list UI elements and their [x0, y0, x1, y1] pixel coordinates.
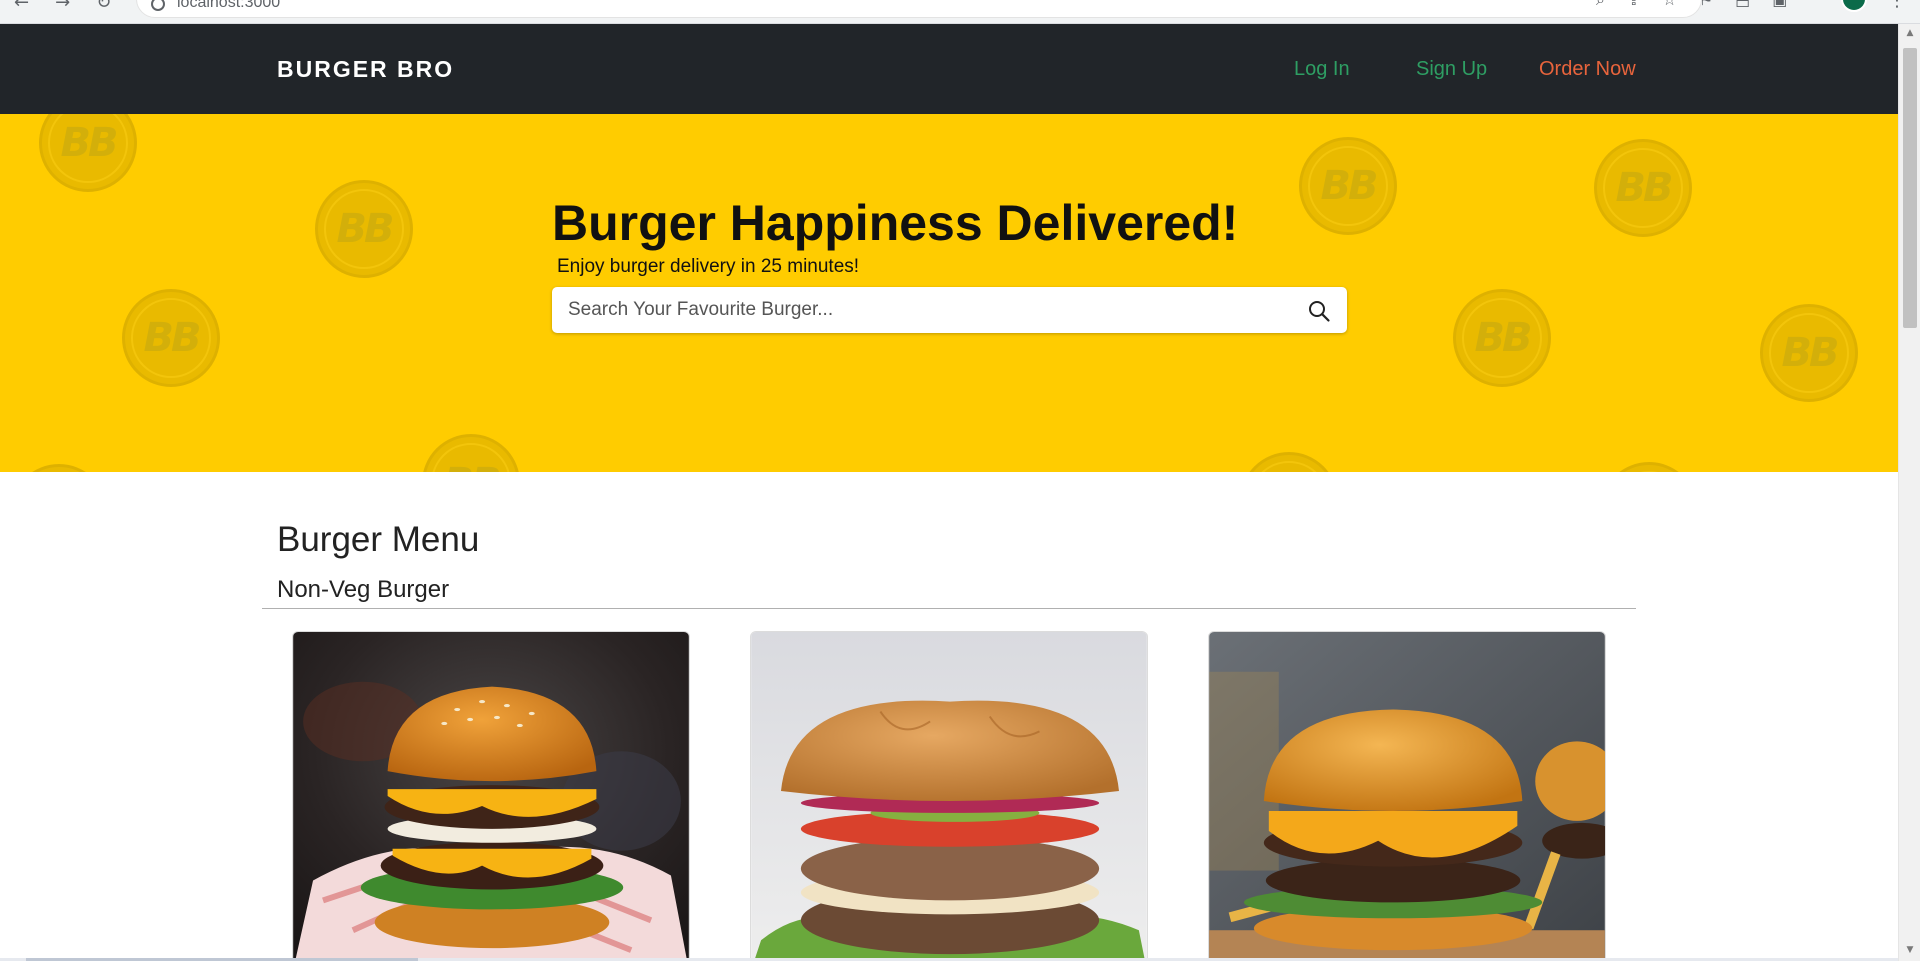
downloads-icon[interactable]: ⬒ — [1735, 0, 1750, 10]
bb-watermark-icon: BB — [1453, 289, 1551, 387]
menu-heading: Burger Menu — [277, 520, 480, 559]
bb-watermark-icon: BB — [39, 114, 137, 192]
scroll-up-arrow-icon[interactable]: ▲ — [1899, 24, 1920, 42]
category-divider — [262, 608, 1636, 609]
address-bar[interactable]: localhost:3000 — [136, 0, 1702, 18]
search-icon[interactable] — [1307, 299, 1331, 323]
top-navbar: BURGER BRO Log In Sign Up Order Now — [0, 24, 1898, 114]
browser-toolbar: ← → ↻ localhost:3000 ⌕ ⇪ ☆ ⚑ ⬒ ▣ ⋮ — [0, 0, 1920, 24]
browser-tools: ⌕ ⇪ ☆ ⚑ ⬒ ▣ — [1596, 0, 1787, 10]
address-url[interactable]: localhost:3000 — [177, 0, 280, 12]
bb-watermark-icon: BB — [122, 289, 220, 387]
burger-card[interactable] — [1208, 631, 1606, 958]
burger-double-cheese-with-fries-image[interactable] — [1209, 632, 1605, 958]
bb-watermark-icon: BB — [1299, 137, 1397, 235]
browser-nav-buttons: ← → ↻ — [14, 0, 111, 13]
burger-card[interactable] — [750, 631, 1148, 958]
vertical-scrollbar[interactable]: ▲ ▼ — [1898, 24, 1920, 961]
back-icon[interactable]: ← — [14, 0, 29, 13]
extensions-icon[interactable]: ⚑ — [1699, 0, 1713, 10]
bookmark-star-icon[interactable]: ☆ — [1662, 0, 1676, 10]
hero-banner: BB BB BB BB BB BB BB BB BB BB BB Burger … — [0, 114, 1898, 472]
scroll-down-arrow-icon[interactable]: ▼ — [1899, 941, 1920, 959]
login-link[interactable]: Log In — [1294, 58, 1350, 81]
burger-search-box — [552, 287, 1347, 333]
category-heading: Non-Veg Burger — [277, 576, 450, 603]
lens-icon[interactable]: ⌕ — [1596, 0, 1605, 10]
bb-watermark-icon: BB — [1594, 139, 1692, 237]
share-icon[interactable]: ⇪ — [1627, 0, 1640, 10]
scroll-thumb[interactable] — [1903, 48, 1917, 328]
side-panel-icon[interactable]: ▣ — [1772, 0, 1787, 10]
forward-icon[interactable]: → — [55, 0, 70, 13]
hero-subtitle: Enjoy burger delivery in 25 minutes! — [557, 256, 860, 277]
profile-avatar[interactable] — [1841, 0, 1867, 12]
bb-watermark-icon: BB — [315, 180, 413, 278]
hero-title: Burger Happiness Delivered! — [552, 195, 1239, 251]
burger-search-input[interactable] — [552, 287, 1292, 333]
page-viewport: BURGER BRO Log In Sign Up Order Now BB B… — [0, 24, 1898, 958]
burger-double-patty-on-paper-image[interactable] — [293, 632, 689, 958]
reload-icon[interactable]: ↻ — [96, 0, 111, 13]
burger-card[interactable] — [292, 631, 690, 958]
bb-watermark-icon: BB — [1760, 304, 1858, 402]
order-now-link[interactable]: Order Now — [1539, 58, 1636, 81]
site-info-icon[interactable] — [151, 0, 165, 11]
bb-watermark-icon: BB — [10, 464, 108, 472]
browser-menu-icon[interactable]: ⋮ — [1888, 0, 1906, 11]
bb-watermark-icon: BB — [422, 434, 520, 472]
brand-logo-link[interactable]: BURGER BRO — [277, 56, 454, 83]
bb-watermark-icon: BB — [1600, 462, 1698, 472]
burger-chicken-lettuce-tomato-image[interactable] — [751, 632, 1147, 958]
signup-link[interactable]: Sign Up — [1416, 58, 1487, 81]
bb-watermark-icon: BB — [1240, 452, 1338, 472]
